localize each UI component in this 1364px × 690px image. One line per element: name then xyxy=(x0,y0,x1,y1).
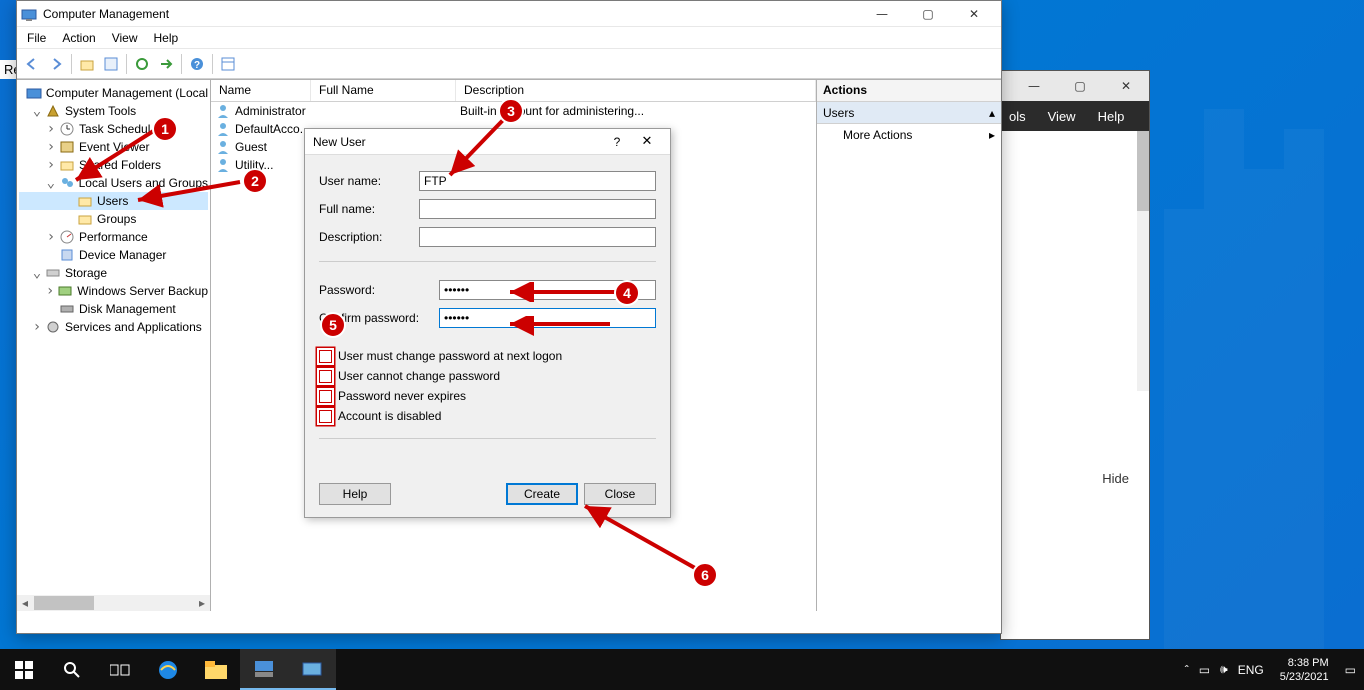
more-actions[interactable]: More Actions▸ xyxy=(817,124,1001,146)
tree-services[interactable]: ›Services and Applications xyxy=(19,318,208,336)
menu-action[interactable]: Action xyxy=(62,31,95,45)
notifications-icon[interactable]: ▭ xyxy=(1345,663,1356,677)
password-field[interactable] xyxy=(439,280,656,300)
tree-scrollbar[interactable]: ◂▸ xyxy=(17,595,210,611)
language-indicator[interactable]: ENG xyxy=(1238,663,1264,677)
label-fullname: Full name: xyxy=(319,202,419,216)
start-button[interactable] xyxy=(0,649,48,690)
export-button[interactable] xyxy=(155,53,177,75)
explorer-icon[interactable] xyxy=(192,649,240,690)
tree-event-viewer[interactable]: ›Event Viewer xyxy=(19,138,208,156)
menubar: File Action View Help xyxy=(17,27,1001,49)
tree-shared-folders[interactable]: ›Shared Folders xyxy=(19,156,208,174)
menu-file[interactable]: File xyxy=(27,31,46,45)
tree-pane: Computer Management (Local ⌄System Tools… xyxy=(17,80,211,611)
view-button[interactable] xyxy=(217,53,239,75)
col-desc[interactable]: Description xyxy=(456,80,816,101)
search-button[interactable] xyxy=(48,649,96,690)
check-disabled[interactable]: Account is disabled xyxy=(319,406,656,426)
col-full[interactable]: Full Name xyxy=(311,80,456,101)
tree-device-manager[interactable]: Device Manager xyxy=(19,246,208,264)
col-name[interactable]: Name xyxy=(211,80,311,101)
label-username: User name: xyxy=(319,174,419,188)
taskbar: ˆ ▭ 🕪 ENG 8:38 PM 5/23/2021 ▭ xyxy=(0,649,1364,690)
hide-link[interactable]: Hide xyxy=(1102,471,1129,486)
compmgmt-task-icon[interactable] xyxy=(288,649,336,690)
menu-help[interactable]: Help xyxy=(154,31,179,45)
tray-chevron-icon[interactable]: ˆ xyxy=(1185,663,1189,677)
server-manager-icon[interactable] xyxy=(240,649,288,690)
tree-task-scheduler[interactable]: ›Task Schedul xyxy=(19,120,208,138)
description-field[interactable] xyxy=(419,227,656,247)
window-title: Computer Management xyxy=(43,7,859,21)
label-description: Description: xyxy=(319,230,419,244)
back-button[interactable] xyxy=(21,53,43,75)
background-window: — ▢ ✕ ols View Help Hide xyxy=(1000,70,1150,640)
username-field[interactable] xyxy=(419,171,656,191)
close-icon[interactable]: ✕ xyxy=(632,134,662,149)
scrollbar[interactable] xyxy=(1137,131,1149,391)
ie-icon[interactable] xyxy=(144,649,192,690)
forward-button[interactable] xyxy=(45,53,67,75)
toolbar: ? xyxy=(17,49,1001,79)
up-button[interactable] xyxy=(76,53,98,75)
tree-performance[interactable]: ›Performance xyxy=(19,228,208,246)
titlebar[interactable]: Computer Management — ▢ ✕ xyxy=(17,1,1001,27)
fullname-field[interactable] xyxy=(419,199,656,219)
compmgmt-icon xyxy=(21,6,37,22)
actions-pane: Actions Users▴ More Actions▸ xyxy=(817,80,1001,611)
tree-root[interactable]: Computer Management (Local xyxy=(19,84,208,102)
actions-context[interactable]: Users▴ xyxy=(817,102,1001,124)
menu-view[interactable]: View xyxy=(1048,109,1076,124)
create-button[interactable]: Create xyxy=(506,483,578,505)
menu-view[interactable]: View xyxy=(112,31,138,45)
svg-text:?: ? xyxy=(194,60,200,71)
help-icon[interactable]: ? xyxy=(602,135,632,149)
user-icon xyxy=(215,121,231,137)
clock[interactable]: 8:38 PM 5/23/2021 xyxy=(1274,656,1335,684)
menu-tools[interactable]: ols xyxy=(1009,109,1026,124)
system-tray: ˆ ▭ 🕪 ENG 8:38 PM 5/23/2021 ▭ xyxy=(1185,656,1364,684)
properties-button[interactable] xyxy=(100,53,122,75)
user-icon xyxy=(215,103,231,119)
refresh-button[interactable] xyxy=(131,53,153,75)
user-row[interactable]: AdministratorBuilt-in account for admini… xyxy=(211,102,816,120)
taskview-button[interactable] xyxy=(96,649,144,690)
actions-header: Actions xyxy=(817,80,1001,102)
new-user-dialog: New User ? ✕ User name: Full name: Descr… xyxy=(304,128,671,518)
minimize-button[interactable]: — xyxy=(859,1,905,27)
close-button[interactable]: ✕ xyxy=(1103,79,1149,93)
label-confirm-password: Confirm password: xyxy=(319,311,439,325)
menu-help[interactable]: Help xyxy=(1098,109,1125,124)
check-never-expires[interactable]: Password never expires xyxy=(319,386,656,406)
check-must-change[interactable]: User must change password at next logon xyxy=(319,346,656,366)
close-button[interactable]: Close xyxy=(584,483,656,505)
help-button[interactable]: Help xyxy=(319,483,391,505)
tree-local-users[interactable]: ⌄Local Users and Groups xyxy=(19,174,208,192)
close-button[interactable]: ✕ xyxy=(951,1,997,27)
tree-users[interactable]: Users xyxy=(19,192,208,210)
help-button[interactable]: ? xyxy=(186,53,208,75)
check-cannot-change[interactable]: User cannot change password xyxy=(319,366,656,386)
confirm-password-field[interactable] xyxy=(439,308,656,328)
sound-icon[interactable]: 🕪 xyxy=(1220,662,1228,677)
tree-system-tools[interactable]: ⌄System Tools xyxy=(19,102,208,120)
label-password: Password: xyxy=(319,283,439,297)
user-icon xyxy=(215,139,231,155)
maximize-button[interactable]: ▢ xyxy=(905,1,951,27)
dialog-titlebar[interactable]: New User ? ✕ xyxy=(305,129,670,155)
tree-wsb[interactable]: ›Windows Server Backup xyxy=(19,282,208,300)
dialog-title: New User xyxy=(313,135,602,149)
minimize-button[interactable]: — xyxy=(1011,79,1057,93)
tree-groups[interactable]: Groups xyxy=(19,210,208,228)
user-icon xyxy=(215,157,231,173)
network-icon[interactable]: ▭ xyxy=(1199,663,1210,677)
desktop: Re — ▢ ✕ ols View Help Hide Computer Man… xyxy=(0,0,1364,649)
maximize-button[interactable]: ▢ xyxy=(1057,79,1103,93)
tree-storage[interactable]: ⌄Storage xyxy=(19,264,208,282)
tree-disk-mgmt[interactable]: Disk Management xyxy=(19,300,208,318)
